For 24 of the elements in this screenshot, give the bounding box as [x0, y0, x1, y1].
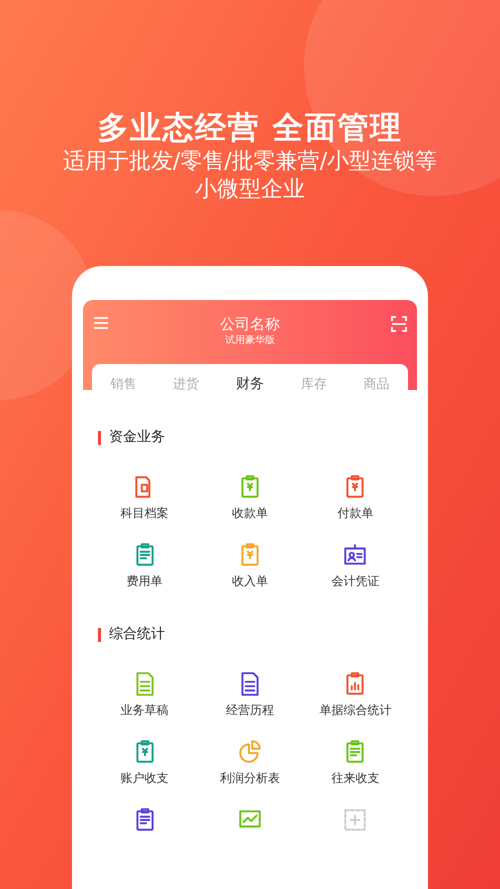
- menu-item-label[interactable]: 会计凭证: [331, 573, 380, 590]
- menu-item-label[interactable]: 账户收支: [120, 770, 169, 787]
- menu-item-label[interactable]: 业务草稿: [120, 702, 169, 719]
- menu-item-label[interactable]: 经营历程: [226, 702, 274, 719]
- app-edition: 试用豪华版: [225, 334, 275, 348]
- menu-item-label[interactable]: 收款单: [232, 505, 268, 522]
- subtitle-line: 适用于批发/零售/批零兼营/小型连锁等: [62, 148, 438, 176]
- section-marker: [98, 628, 101, 642]
- menu-item-label[interactable]: 科目档案: [120, 505, 169, 522]
- tab[interactable]: 财务: [236, 374, 264, 395]
- subtitle-line: 小微型企业: [195, 176, 305, 204]
- menu-item-label[interactable]: 利润分析表: [220, 770, 280, 787]
- section-title: 资金业务: [109, 428, 165, 447]
- menu-item-label[interactable]: 收入单: [232, 573, 268, 590]
- menu-icon[interactable]: [93, 316, 109, 330]
- section-marker: [98, 430, 101, 444]
- menu-item-label[interactable]: 往来收支: [331, 770, 380, 787]
- headline: 多业态经营 全面管理: [97, 109, 403, 148]
- menu-item-label[interactable]: 费用单: [126, 573, 163, 590]
- menu-item-label[interactable]: 付款单: [337, 505, 374, 522]
- app-title: 公司名称: [220, 314, 280, 334]
- menu-item-label[interactable]: 单据综合统计: [319, 702, 392, 719]
- scan-icon[interactable]: [391, 316, 407, 332]
- section-title: 综合统计: [109, 625, 165, 644]
